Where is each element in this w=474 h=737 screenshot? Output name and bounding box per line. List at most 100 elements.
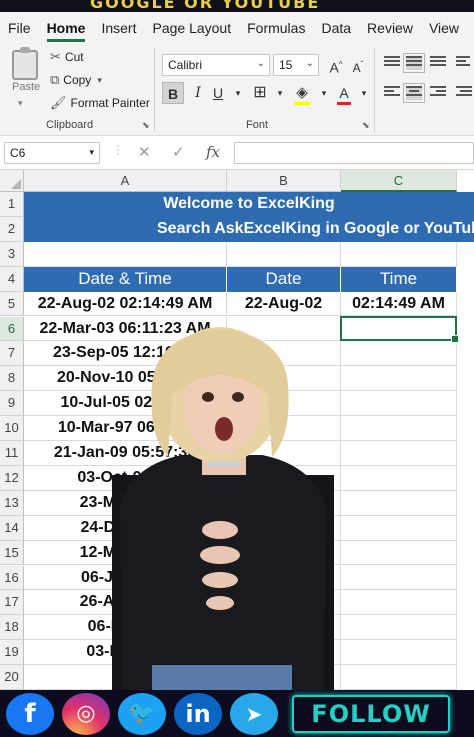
time-cell[interactable] xyxy=(341,416,457,441)
tab-home[interactable]: Home xyxy=(39,12,94,44)
date-cell[interactable]: 22-Aug-02 xyxy=(227,291,341,317)
time-cell[interactable] xyxy=(341,341,457,367)
row-header[interactable]: 11 xyxy=(0,441,24,466)
time-cell[interactable] xyxy=(341,465,457,491)
grid-cell[interactable] xyxy=(341,241,457,267)
row-header[interactable]: 19 xyxy=(0,640,24,666)
social-follow-bar: f ◎ 🐦 in ➤ FOLLOW xyxy=(0,690,474,737)
facebook-icon[interactable]: f xyxy=(6,692,54,735)
time-cell[interactable] xyxy=(341,640,457,666)
time-cell[interactable] xyxy=(341,515,457,541)
linkedin-icon[interactable]: in xyxy=(174,692,222,735)
formula-input[interactable] xyxy=(234,142,474,164)
tab-data[interactable]: Data xyxy=(313,12,359,44)
instagram-icon[interactable]: ◎ xyxy=(62,692,110,735)
bold-button[interactable]: B xyxy=(162,82,184,104)
row-header[interactable]: 5 xyxy=(0,291,24,317)
time-cell[interactable] xyxy=(341,490,457,516)
tab-review[interactable]: Review xyxy=(359,12,421,44)
row-header[interactable]: 10 xyxy=(0,416,24,441)
scissors-icon: ✂ xyxy=(50,49,61,64)
paste-dropdown-icon[interactable]: ▾ xyxy=(18,98,23,109)
grid-cell[interactable] xyxy=(24,241,227,267)
column-header-a[interactable]: A xyxy=(24,170,227,192)
select-all-corner[interactable] xyxy=(0,170,24,192)
cut-button[interactable]: ✂ Cut xyxy=(50,49,84,65)
italic-button[interactable]: I xyxy=(188,82,208,104)
align-center-icon[interactable] xyxy=(403,83,425,103)
row-header[interactable]: 18 xyxy=(0,615,24,641)
align-middle-icon[interactable] xyxy=(403,53,425,73)
underline-button[interactable]: U xyxy=(208,82,228,104)
format-painter-button[interactable]: 🖌 Format Painter xyxy=(50,95,150,111)
font-color-dropdown-icon[interactable]: ▾ xyxy=(354,82,374,104)
formula-bar: C6 ▾ ⋮ ✕ ✓ fx xyxy=(0,136,474,170)
row-header[interactable]: 13 xyxy=(0,490,24,516)
column-header-b[interactable]: B xyxy=(227,170,341,192)
grid-cell[interactable] xyxy=(341,665,457,690)
indent-icon[interactable] xyxy=(456,86,472,100)
tab-view[interactable]: View xyxy=(421,12,467,44)
cancel-icon[interactable]: ✕ xyxy=(138,143,151,161)
font-size-dropdown[interactable]: 15 ⌄ xyxy=(273,54,319,76)
row-header[interactable]: 7 xyxy=(0,341,24,367)
copy-button[interactable]: ⧉ Copy ▾ xyxy=(50,72,106,88)
row-header[interactable]: 3 xyxy=(0,241,24,267)
time-cell[interactable] xyxy=(341,540,457,566)
fill-color-dropdown-icon[interactable]: ▾ xyxy=(314,82,334,104)
increase-font-size-button[interactable]: A^ xyxy=(326,54,346,76)
align-bottom-icon[interactable] xyxy=(430,56,446,70)
column-header-c[interactable]: C xyxy=(341,170,457,192)
time-cell[interactable] xyxy=(341,441,457,466)
font-color-button[interactable]: A xyxy=(334,82,354,105)
name-box[interactable]: C6 ▾ xyxy=(4,142,100,164)
row-header[interactable]: 14 xyxy=(0,515,24,541)
time-cell[interactable]: 02:14:49 AM xyxy=(341,291,457,317)
font-name-dropdown[interactable]: Calibri ⌄ xyxy=(162,54,270,76)
row-header[interactable]: 1 xyxy=(0,192,24,217)
time-cell[interactable] xyxy=(341,590,457,616)
time-cell[interactable] xyxy=(341,366,457,392)
underline-dropdown-icon[interactable]: ▾ xyxy=(228,82,248,104)
tab-page-layout[interactable]: Page Layout xyxy=(144,12,239,44)
row-header[interactable]: 2 xyxy=(0,216,24,242)
row-header[interactable]: 9 xyxy=(0,391,24,417)
chevron-down-icon[interactable]: ▾ xyxy=(97,75,102,86)
align-left-icon[interactable] xyxy=(384,86,400,100)
row-header[interactable]: 16 xyxy=(0,565,24,591)
time-cell[interactable] xyxy=(341,565,457,591)
orientation-icon[interactable] xyxy=(456,56,472,70)
borders-icon[interactable]: ⊞ xyxy=(250,82,270,104)
align-right-icon[interactable] xyxy=(430,86,446,100)
follow-button[interactable]: FOLLOW xyxy=(292,694,450,733)
row-header[interactable]: 17 xyxy=(0,590,24,616)
grid-cell[interactable] xyxy=(227,241,341,267)
insert-function-icon[interactable]: fx xyxy=(206,143,220,161)
paste-icon[interactable] xyxy=(12,47,38,80)
row-header[interactable]: 12 xyxy=(0,465,24,491)
table-header-time: Time xyxy=(341,266,457,292)
row-header[interactable]: 8 xyxy=(0,366,24,392)
clipboard-launcher-icon[interactable]: ⬊ xyxy=(142,120,150,131)
tab-insert[interactable]: Insert xyxy=(93,12,144,44)
telegram-icon[interactable]: ➤ xyxy=(230,692,278,735)
row-header[interactable]: 6 xyxy=(0,316,24,342)
row-header[interactable]: 20 xyxy=(0,665,24,690)
enter-icon[interactable]: ✓ xyxy=(172,143,185,161)
tab-file[interactable]: File xyxy=(0,12,39,44)
borders-dropdown-icon[interactable]: ▾ xyxy=(270,82,290,104)
chevron-down-icon: ⌄ xyxy=(305,58,314,69)
paste-button-label[interactable]: Paste xyxy=(12,81,40,93)
row-header[interactable]: 15 xyxy=(0,540,24,566)
row-header[interactable]: 4 xyxy=(0,266,24,292)
datetime-cell[interactable]: 22-Aug-02 02:14:49 AM xyxy=(24,291,227,317)
time-cell[interactable] xyxy=(341,391,457,417)
decrease-font-size-button[interactable]: Aˇ xyxy=(348,54,368,76)
active-cell-selection[interactable] xyxy=(340,315,459,344)
tab-formulas[interactable]: Formulas xyxy=(239,12,313,44)
twitter-icon[interactable]: 🐦 xyxy=(118,692,166,735)
fill-color-icon[interactable]: ◈ xyxy=(292,82,312,105)
align-top-icon[interactable] xyxy=(384,56,400,70)
font-launcher-icon[interactable]: ⬊ xyxy=(362,120,370,131)
time-cell[interactable] xyxy=(341,615,457,641)
